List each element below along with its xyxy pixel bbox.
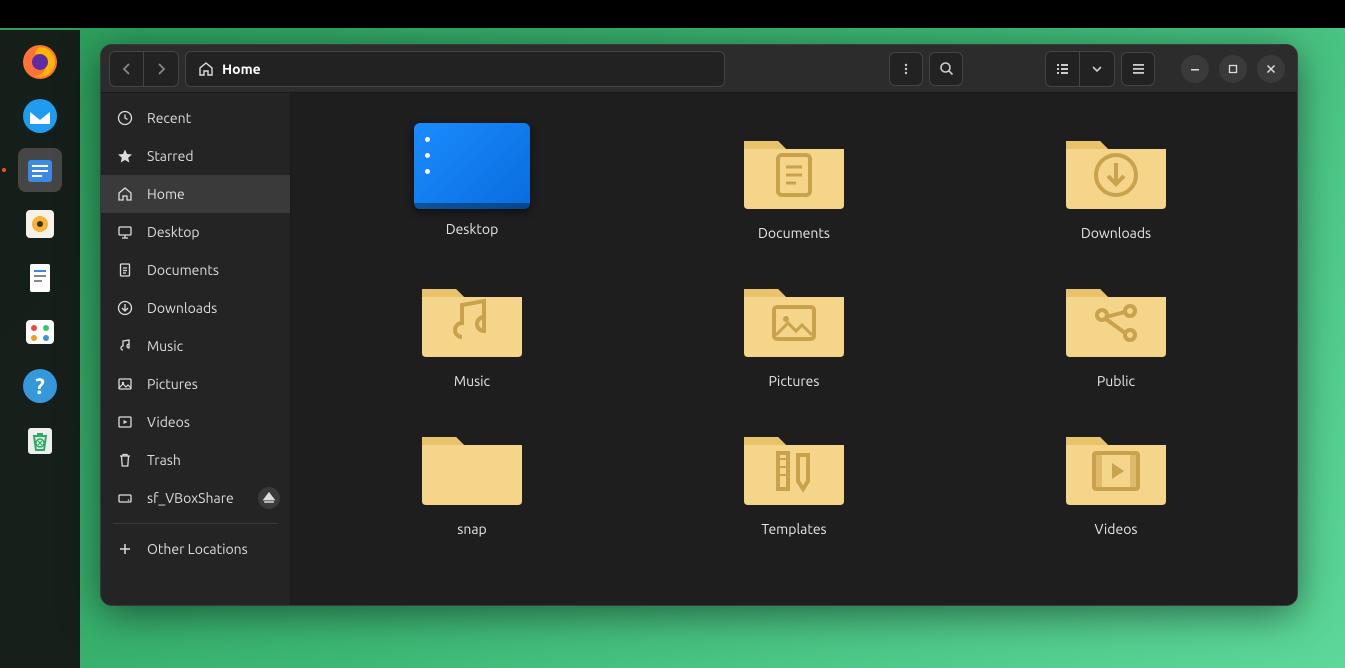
folder-label: Templates <box>761 521 826 537</box>
location-label: Home <box>222 61 261 77</box>
path-bar[interactable]: Home <box>185 51 725 87</box>
sidebar-divider <box>113 523 278 524</box>
close-button[interactable] <box>1257 55 1285 83</box>
sidebar-item-downloads[interactable]: Downloads <box>101 289 290 327</box>
folder-downloads[interactable]: Downloads <box>975 123 1257 241</box>
dock-thunderbird[interactable] <box>18 94 62 138</box>
eject-button[interactable] <box>258 487 280 509</box>
sidebar-item-label: Documents <box>147 262 219 278</box>
files-window: Home <box>100 44 1298 606</box>
home-icon <box>198 61 214 77</box>
folder-icon <box>1058 123 1174 213</box>
video-icon <box>117 414 133 430</box>
maximize-button[interactable] <box>1219 55 1247 83</box>
folder-videos[interactable]: Videos <box>975 419 1257 537</box>
download-icon <box>117 300 133 316</box>
forward-button[interactable] <box>144 52 178 86</box>
minimize-button[interactable] <box>1181 55 1209 83</box>
folder-icon <box>414 419 530 509</box>
trash-icon <box>117 452 133 468</box>
nav-group <box>109 51 179 87</box>
dock-files[interactable] <box>18 148 62 192</box>
dock: ? <box>0 30 80 668</box>
sidebar-item-music[interactable]: Music <box>101 327 290 365</box>
sidebar-item-desktop[interactable]: Desktop <box>101 213 290 251</box>
folder-icon <box>1058 271 1174 361</box>
sidebar-item-label: Recent <box>147 110 191 126</box>
sidebar: Recent Starred Home Desktop Documents Do… <box>101 93 291 605</box>
back-button[interactable] <box>110 52 144 86</box>
sidebar-item-label: Other Locations <box>147 541 248 557</box>
svg-text:?: ? <box>35 374 45 399</box>
sidebar-other-locations[interactable]: Other Locations <box>101 530 290 568</box>
folder-pictures[interactable]: Pictures <box>653 271 935 389</box>
folder-label: Desktop <box>446 221 499 237</box>
plus-icon <box>117 541 133 557</box>
desktop-folder-icon <box>414 123 530 209</box>
folder-icon <box>736 123 852 213</box>
sidebar-item-label: Music <box>147 338 183 354</box>
desktop-icon <box>117 224 133 240</box>
sidebar-item-sf_vboxshare[interactable]: sf_VBoxShare <box>101 479 290 517</box>
sidebar-item-recent[interactable]: Recent <box>101 99 290 137</box>
drive-icon <box>117 490 133 506</box>
folder-templates[interactable]: Templates <box>653 419 935 537</box>
folder-label: Public <box>1097 373 1135 389</box>
titlebar: Home <box>101 45 1297 93</box>
folder-icon <box>736 419 852 509</box>
sidebar-item-label: Pictures <box>147 376 198 392</box>
sidebar-item-label: Desktop <box>147 224 200 240</box>
sidebar-item-label: sf_VBoxShare <box>147 490 234 506</box>
home-icon <box>117 186 133 202</box>
dock-help[interactable]: ? <box>18 364 62 408</box>
dock-text-editor[interactable] <box>18 256 62 300</box>
folder-desktop[interactable]: Desktop <box>331 123 613 241</box>
view-switcher <box>1045 51 1115 87</box>
dock-rhythmbox[interactable] <box>18 202 62 246</box>
list-view-button[interactable] <box>1046 52 1080 86</box>
folder-label: Videos <box>1095 521 1138 537</box>
top-panel <box>0 0 1345 28</box>
sidebar-item-label: Starred <box>147 148 194 164</box>
dock-firefox[interactable] <box>18 40 62 84</box>
folder-label: Pictures <box>769 373 820 389</box>
folder-grid: Desktop Documents Downloads Music Pictur… <box>331 123 1257 537</box>
kebab-menu-button[interactable] <box>889 52 923 86</box>
sidebar-item-starred[interactable]: Starred <box>101 137 290 175</box>
folder-icon <box>736 271 852 361</box>
star-icon <box>117 148 133 164</box>
folder-label: Documents <box>758 225 830 241</box>
folder-label: snap <box>457 521 486 537</box>
sidebar-item-label: Downloads <box>147 300 217 316</box>
folder-label: Music <box>454 373 490 389</box>
folder-documents[interactable]: Documents <box>653 123 935 241</box>
folder-music[interactable]: Music <box>331 271 613 389</box>
sidebar-item-videos[interactable]: Videos <box>101 403 290 441</box>
dock-software[interactable] <box>18 310 62 354</box>
clock-icon <box>117 110 133 126</box>
sidebar-item-pictures[interactable]: Pictures <box>101 365 290 403</box>
folder-public[interactable]: Public <box>975 271 1257 389</box>
picture-icon <box>117 376 133 392</box>
music-icon <box>117 338 133 354</box>
sidebar-item-documents[interactable]: Documents <box>101 251 290 289</box>
dock-trash[interactable] <box>18 418 62 462</box>
folder-label: Downloads <box>1081 225 1151 241</box>
view-options-button[interactable] <box>1080 52 1114 86</box>
document-icon <box>117 262 133 278</box>
folder-icon <box>414 271 530 361</box>
window-controls <box>1181 55 1285 83</box>
sidebar-item-home[interactable]: Home <box>101 175 290 213</box>
folder-snap[interactable]: snap <box>331 419 613 537</box>
hamburger-menu-button[interactable] <box>1121 52 1155 86</box>
sidebar-item-trash[interactable]: Trash <box>101 441 290 479</box>
search-button[interactable] <box>929 52 963 86</box>
sidebar-item-label: Videos <box>147 414 190 430</box>
sidebar-item-label: Home <box>147 186 185 202</box>
content-area[interactable]: Desktop Documents Downloads Music Pictur… <box>291 93 1297 605</box>
sidebar-item-label: Trash <box>147 452 181 468</box>
folder-icon <box>1058 419 1174 509</box>
